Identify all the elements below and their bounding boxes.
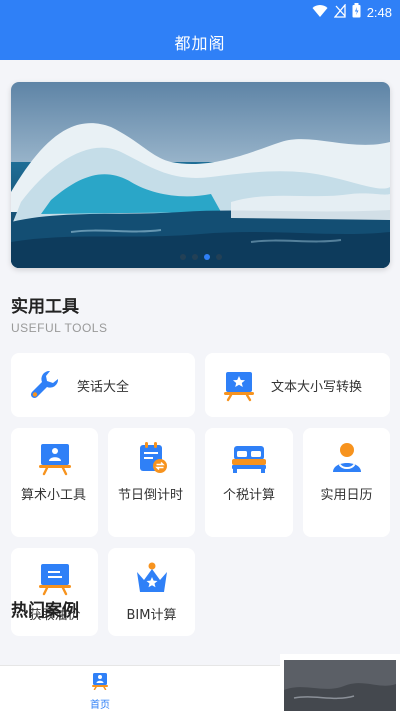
- status-icons: 2:48: [312, 3, 392, 22]
- section-title-next: 热门案例: [11, 601, 79, 621]
- section-title: 实用工具: [11, 297, 79, 317]
- no-signal-icon: [333, 3, 346, 22]
- tool-label: BIM计算: [126, 608, 177, 623]
- tool-card-text-case[interactable]: 文本大小写转换: [205, 353, 390, 417]
- carousel-dot[interactable]: [191, 254, 198, 260]
- banner-image: [11, 82, 390, 268]
- bottom-nav: 首页: [0, 665, 280, 711]
- nav-home[interactable]: 首页: [70, 672, 130, 711]
- bed-icon: [205, 440, 293, 478]
- tool-card-holiday-countdown[interactable]: 节日倒计时: [108, 428, 195, 537]
- status-bar: 2:48: [0, 0, 400, 24]
- tool-card-arithmetic[interactable]: 算术小工具: [11, 428, 98, 537]
- wrench-icon: [25, 365, 65, 405]
- thumbnail-image: [284, 660, 396, 711]
- wifi-icon: [312, 3, 328, 22]
- carousel-dot-active[interactable]: [203, 254, 210, 260]
- section-subtitle: USEFUL TOOLS: [11, 321, 108, 335]
- tool-card-calendar[interactable]: 实用日历: [303, 428, 390, 537]
- overlay-thumbnail: [280, 654, 400, 711]
- carousel-dots: [11, 254, 390, 260]
- nav-home-label: 首页: [90, 700, 110, 711]
- battery-icon: [352, 3, 361, 22]
- main-content[interactable]: 实用工具 USEFUL TOOLS 笑话大全 文本大小写转换 算术小工具 节日倒…: [0, 60, 400, 665]
- tool-label: 笑话大全: [77, 379, 130, 395]
- tool-label: 节日倒计时: [118, 488, 184, 503]
- tool-card-bim[interactable]: BIM计算: [108, 548, 195, 636]
- person-icon: [303, 440, 390, 478]
- tool-label: 算术小工具: [21, 488, 87, 503]
- app-bar: 都加阁: [0, 24, 400, 60]
- tool-label: 文本大小写转换: [271, 379, 363, 395]
- carousel-dot[interactable]: [215, 254, 222, 260]
- crown-icon: [108, 560, 195, 598]
- star-board-icon: [219, 365, 259, 405]
- status-time: 2:48: [366, 5, 392, 20]
- tool-card-jokes[interactable]: 笑话大全: [11, 353, 195, 417]
- carousel-dot[interactable]: [179, 254, 186, 260]
- page-title: 都加阁: [174, 34, 226, 53]
- banner-carousel[interactable]: [11, 82, 390, 268]
- teacher-board-icon: [11, 440, 98, 478]
- tool-card-tax[interactable]: 个税计算: [205, 428, 293, 537]
- calendar-icon: [108, 440, 195, 478]
- tool-label: 个税计算: [222, 488, 275, 503]
- home-icon: [91, 672, 109, 694]
- tool-label: 实用日历: [320, 488, 373, 503]
- tool-card-oil-price[interactable]: 获取油价: [11, 548, 98, 636]
- board-icon: [11, 560, 98, 598]
